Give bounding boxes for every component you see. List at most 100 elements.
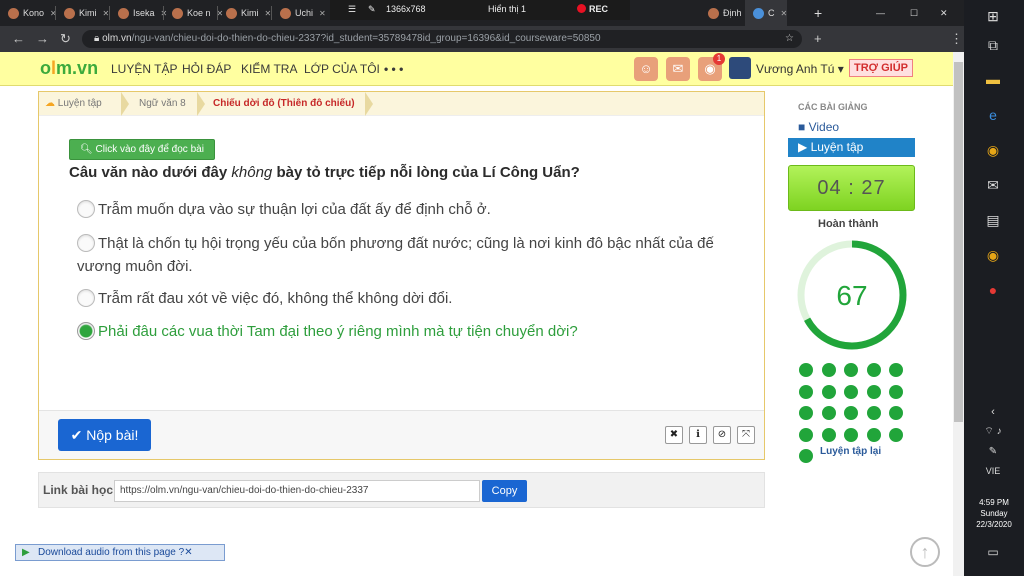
- browser-tab-active[interactable]: C ✕: [745, 0, 788, 26]
- maximize-icon[interactable]: ☐: [902, 0, 918, 26]
- question-dot[interactable]: [866, 363, 881, 377]
- chat-icon[interactable]: ✉: [666, 57, 690, 81]
- tab-favicon: [708, 7, 719, 19]
- question-dot[interactable]: [799, 406, 813, 420]
- site-logo[interactable]: olm.vn: [40, 58, 98, 79]
- radio-button[interactable]: [77, 234, 95, 252]
- file-explorer-icon[interactable]: ▬: [980, 68, 1006, 90]
- radio-button[interactable]: [77, 289, 95, 307]
- star-icon[interactable]: ☆: [785, 30, 794, 48]
- question-dot[interactable]: [844, 406, 858, 420]
- windows-start-icon[interactable]: ⊞: [980, 5, 1006, 27]
- user-menu[interactable]: Vương Anh Tú ▾: [756, 62, 844, 76]
- breadcrumb-ngu-van-8[interactable]: Ngữ văn 8: [139, 98, 186, 109]
- language-indicator[interactable]: VIE: [980, 460, 1006, 482]
- browser-tab[interactable]: Uchi ✕: [272, 0, 326, 26]
- question-dot[interactable]: [889, 406, 903, 420]
- ban-icon[interactable]: ⊘: [713, 426, 731, 444]
- question-dot[interactable]: [889, 427, 903, 442]
- reload-icon[interactable]: ↻: [60, 31, 71, 47]
- task-view-icon[interactable]: ⧉: [980, 34, 1006, 56]
- add-icon[interactable]: +: [814, 31, 822, 46]
- pin-icon[interactable]: ✎: [368, 4, 376, 15]
- read-aloud-button[interactable]: 🔍︎ Click vào đây để đọc bài: [69, 139, 215, 160]
- sidebar-item-video[interactable]: ■ Video: [788, 118, 915, 137]
- avatar[interactable]: [729, 57, 751, 79]
- recorder-display[interactable]: Hiển thị 1: [488, 4, 526, 14]
- question-dot[interactable]: [866, 427, 881, 442]
- question-dot[interactable]: [821, 363, 836, 377]
- question-dot[interactable]: [844, 384, 858, 399]
- lesson-footer: ✔ Nộp bài! ✖ ℹ ⊘ ⤧: [39, 410, 764, 459]
- nav-lop-cua-toi[interactable]: LỚP CỦA TÔI: [304, 62, 380, 76]
- edge-icon[interactable]: e: [980, 104, 1006, 126]
- chevron-up-icon[interactable]: ‹: [980, 401, 1006, 423]
- app-icon[interactable]: ▤: [980, 209, 1006, 231]
- close-icon[interactable]: ✕: [184, 547, 192, 558]
- scroll-top-icon[interactable]: ↑: [910, 537, 940, 567]
- more-icon[interactable]: ⋮: [950, 31, 963, 47]
- retry-link[interactable]: Luyện tập lại: [820, 446, 881, 457]
- question-dot[interactable]: [799, 449, 813, 463]
- nav-luyen-tap[interactable]: LUYỆN TẬP: [111, 62, 177, 76]
- nav-kiem-tra[interactable]: KIỂM TRA: [241, 62, 297, 76]
- close-icon[interactable]: ✕: [781, 9, 788, 18]
- nav-more[interactable]: • • •: [384, 62, 403, 76]
- audio-download-bar[interactable]: ▶ Download audio from this page ?✕: [15, 544, 225, 561]
- browser-tab[interactable]: Kimi ✕: [56, 0, 109, 26]
- question-dot[interactable]: [844, 427, 858, 442]
- breadcrumb-luyen-tap[interactable]: ☁ Luyện tập: [45, 98, 102, 109]
- answer-option-selected[interactable]: Phải đâu các vua thời Tam đại theo ý riê…: [77, 320, 757, 343]
- answer-option[interactable]: Thật là chốn tụ hội trọng yếu của bốn ph…: [77, 232, 757, 278]
- radio-button[interactable]: [77, 200, 95, 218]
- chrome-icon[interactable]: ◉: [980, 244, 1006, 266]
- question-dot[interactable]: [821, 406, 836, 420]
- question-dot[interactable]: [821, 384, 836, 399]
- network-icon[interactable]: ⌔ ♪: [980, 421, 1006, 443]
- help-button[interactable]: TRỢ GIÚP: [849, 59, 913, 77]
- fullscreen-icon[interactable]: ⤧: [737, 426, 755, 444]
- back-icon[interactable]: ←: [12, 31, 25, 46]
- system-clock[interactable]: 4:59 PM Sunday 22/3/2020: [964, 497, 1024, 530]
- rec-button[interactable]: REC: [577, 4, 608, 14]
- mail-icon[interactable]: ✉: [980, 174, 1006, 196]
- question-dot[interactable]: [844, 363, 858, 377]
- question-dot[interactable]: [799, 363, 813, 377]
- close-icon[interactable]: ✖: [665, 426, 683, 444]
- answer-option[interactable]: Trẫm rất đau xót về việc đó, không thể k…: [77, 287, 757, 310]
- page-scrollbar[interactable]: [953, 52, 964, 576]
- notifications-icon[interactable]: ▭: [980, 541, 1006, 563]
- question-dot[interactable]: [799, 384, 813, 399]
- question-dot[interactable]: [889, 384, 903, 399]
- question-dot[interactable]: [866, 406, 881, 420]
- copy-button[interactable]: Copy: [482, 480, 527, 502]
- submit-button[interactable]: ✔ Nộp bài!: [58, 419, 151, 451]
- question-dot[interactable]: [866, 384, 881, 399]
- close-window-icon[interactable]: ✕: [932, 0, 948, 26]
- nav-hoi-dap[interactable]: HỎI ĐÁP: [182, 62, 231, 76]
- info-icon[interactable]: ℹ: [689, 426, 707, 444]
- browser-tab[interactable]: Kimi ✕: [218, 0, 271, 26]
- question-dot[interactable]: [821, 427, 836, 442]
- lesson-link-field[interactable]: https://olm.vn/ngu-van/chieu-doi-do-thie…: [114, 480, 480, 502]
- close-icon[interactable]: ✕: [319, 9, 326, 18]
- browser-tab[interactable]: Koe n ✕: [164, 0, 223, 26]
- question-dot[interactable]: [889, 363, 903, 377]
- minimize-icon[interactable]: —: [868, 0, 885, 26]
- question-dot[interactable]: [799, 427, 813, 442]
- chrome-icon[interactable]: ◉: [980, 139, 1006, 161]
- browser-tab[interactable]: Định: [700, 0, 742, 26]
- address-bar[interactable]: 🔒︎ olm.vn/ngu-van/chieu-doi-do-thien-do-…: [82, 30, 802, 48]
- menu-icon[interactable]: ☰: [348, 4, 356, 15]
- timer: 04 : 27: [788, 165, 915, 211]
- scrollbar-thumb[interactable]: [954, 62, 963, 422]
- browser-tab[interactable]: Iseka✕: [110, 0, 167, 26]
- forward-icon[interactable]: →: [36, 31, 49, 46]
- radio-button-checked[interactable]: [77, 322, 95, 340]
- new-tab-button[interactable]: +: [806, 0, 822, 26]
- answer-option[interactable]: Trẫm muốn dựa vào sự thuận lợi của đất ấ…: [77, 198, 757, 221]
- browser-tab[interactable]: Kono ✕: [0, 0, 57, 26]
- sidebar-item-luyen-tap[interactable]: ▶ Luyện tập: [788, 138, 915, 157]
- record-app-icon[interactable]: ●: [980, 279, 1006, 301]
- add-friend-icon[interactable]: ☺: [634, 57, 658, 81]
